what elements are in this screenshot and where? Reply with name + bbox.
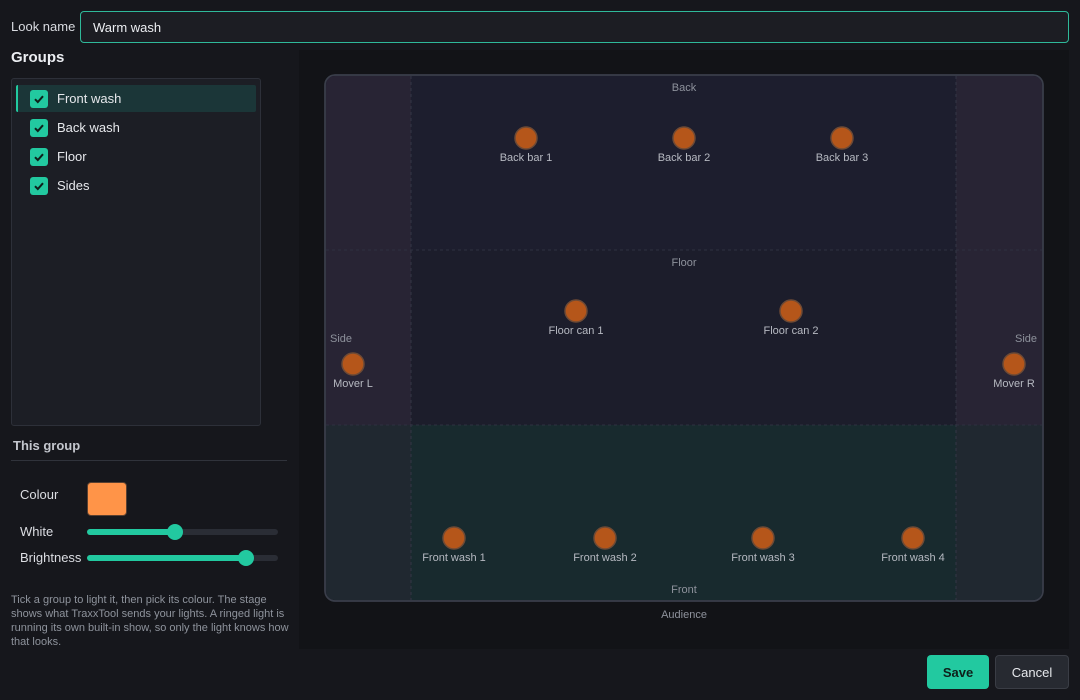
group-list: Front wash Back wash Floor Sides (11, 78, 261, 426)
fixture-light-icon[interactable] (1002, 352, 1026, 376)
zone-label-side-left: Side (330, 333, 352, 345)
white-label: White (20, 524, 54, 539)
fixture-light-icon[interactable] (779, 299, 803, 323)
zone-label-front: Front (671, 584, 697, 596)
zone-front-right-corner (956, 425, 1042, 600)
fixture-label: Front wash 4 (881, 552, 945, 564)
colour-swatch[interactable] (87, 482, 127, 516)
zone-label-side-right: Side (1015, 333, 1037, 345)
group-item-floor[interactable]: Floor (16, 143, 256, 170)
fixture-label: Front wash 1 (422, 552, 486, 564)
stage-panel: Back Floor Side Side Front Audience Back… (299, 50, 1069, 649)
brightness-slider[interactable] (87, 550, 278, 566)
groups-title: Groups (11, 49, 65, 66)
colour-label: Colour (20, 487, 59, 502)
fixture-label: Back bar 2 (658, 152, 711, 164)
group-item-front-wash[interactable]: Front wash (16, 85, 256, 112)
zone-front-left-corner (326, 425, 411, 600)
this-group-title: This group (13, 438, 81, 453)
group-item-label: Back wash (57, 120, 120, 135)
audience-label: Audience (661, 609, 707, 621)
checkbox-checked-icon[interactable] (30, 118, 48, 137)
fixture-label: Back bar 1 (500, 152, 553, 164)
help-text: Tick a group to light it, then pick its … (11, 594, 289, 648)
fixture-light-icon[interactable] (830, 126, 854, 150)
save-button[interactable]: Save (927, 655, 989, 689)
look-name-input[interactable] (80, 11, 1069, 43)
fixture-label: Back bar 3 (816, 152, 869, 164)
group-item-label: Front wash (57, 91, 122, 106)
stage-map: Back Floor Side Side Front Audience Back… (324, 74, 1044, 621)
zone-floor[interactable] (411, 250, 956, 425)
brightness-slider-handle[interactable] (237, 550, 254, 566)
fixture-label: Front wash 3 (731, 552, 795, 564)
zone-label-back: Back (672, 82, 697, 94)
fixture-label: Mover L (333, 378, 373, 390)
fixture-label: Front wash 2 (573, 552, 637, 564)
checkbox-checked-icon[interactable] (30, 147, 48, 166)
white-slider-fill (87, 529, 175, 535)
checkbox-checked-icon[interactable] (30, 176, 48, 195)
group-item-label: Floor (57, 149, 87, 164)
fixture-label: Mover R (993, 378, 1035, 390)
group-item-label: Sides (57, 178, 90, 193)
zone-front[interactable] (411, 425, 956, 600)
group-item-back-wash[interactable]: Back wash (16, 114, 256, 141)
fixture-light-icon[interactable] (514, 126, 538, 150)
fixture-label: Floor can 1 (548, 325, 603, 337)
checkbox-checked-icon[interactable] (30, 89, 48, 108)
white-slider[interactable] (87, 524, 278, 540)
white-slider-handle[interactable] (166, 524, 183, 540)
fixture-light-icon[interactable] (672, 126, 696, 150)
cancel-button[interactable]: Cancel (995, 655, 1069, 689)
fixture-label: Floor can 2 (763, 325, 818, 337)
fixture-light-icon[interactable] (751, 526, 775, 550)
fixture-light-icon[interactable] (901, 526, 925, 550)
fixture-light-icon[interactable] (593, 526, 617, 550)
group-item-sides[interactable]: Sides (16, 172, 256, 199)
brightness-label: Brightness (20, 550, 82, 565)
brightness-slider-fill (87, 555, 246, 561)
section-divider (11, 460, 287, 461)
fixture-light-icon[interactable] (442, 526, 466, 550)
zone-label-floor: Floor (671, 257, 696, 269)
fixture-light-icon[interactable] (564, 299, 588, 323)
fixture-light-icon[interactable] (341, 352, 365, 376)
look-name-label: Look name (11, 19, 76, 34)
